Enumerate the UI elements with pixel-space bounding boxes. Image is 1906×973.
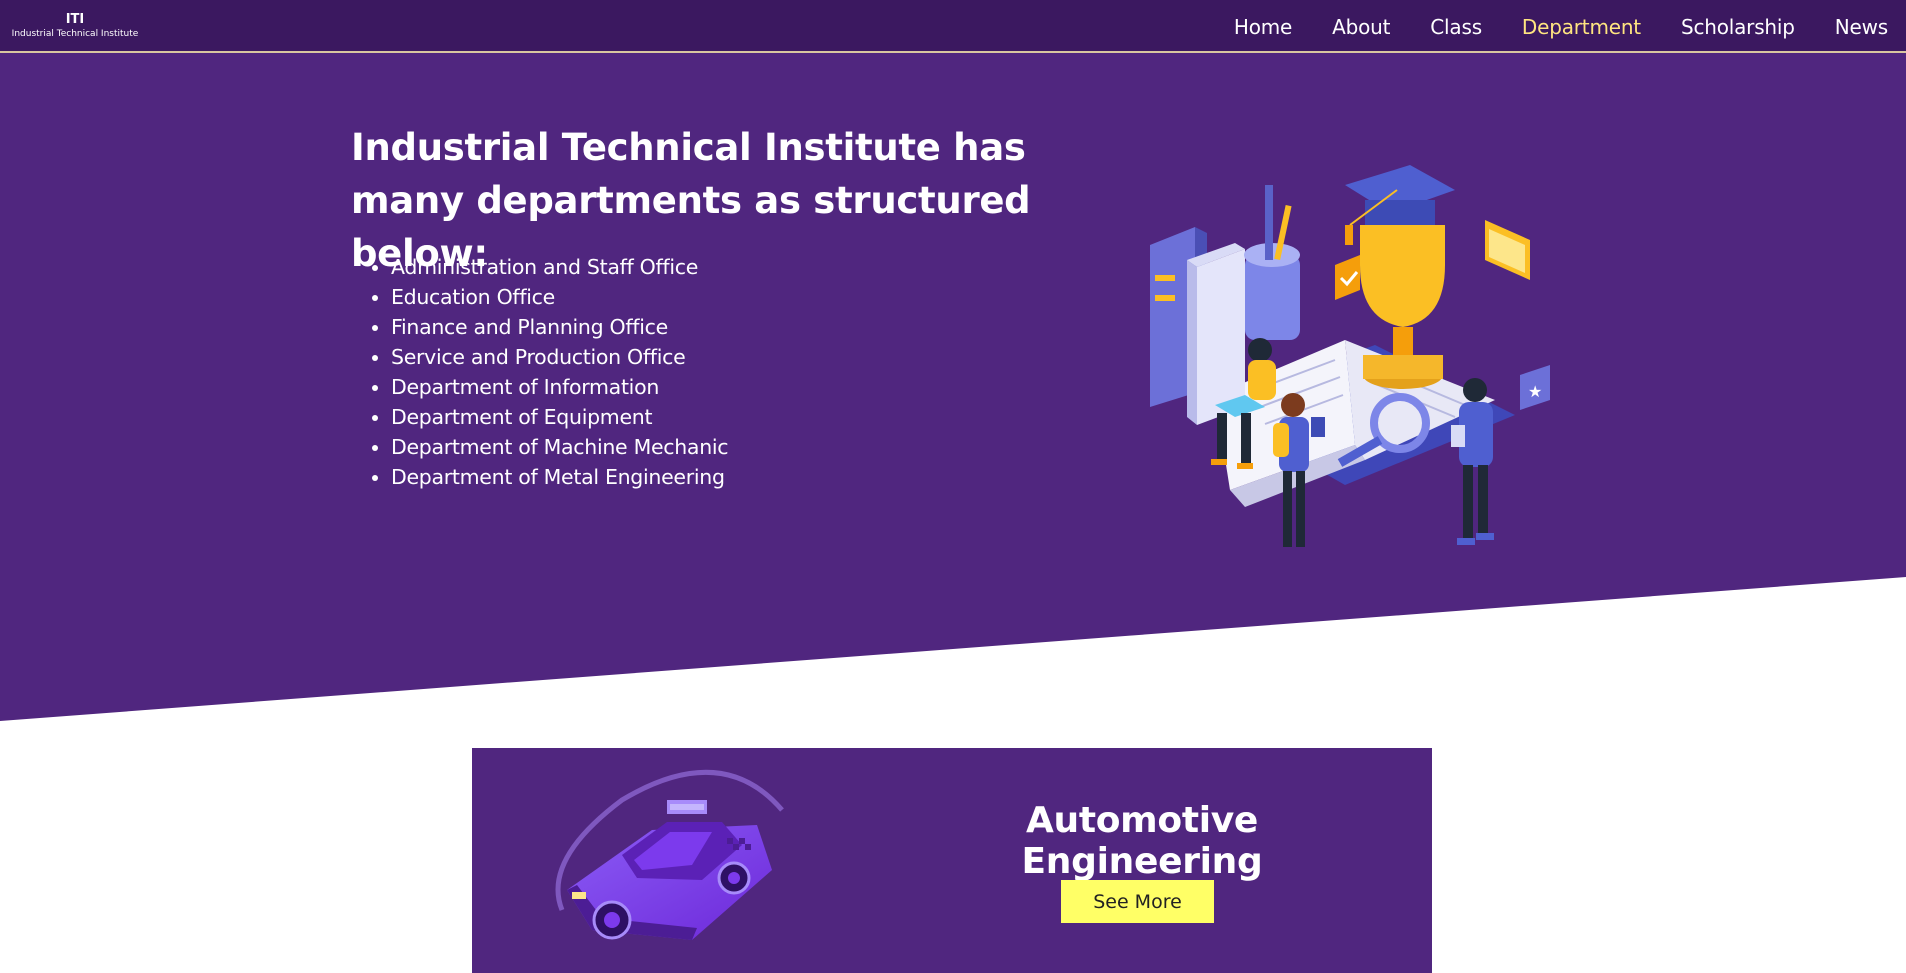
brand-full-name: Industrial Technical Institute bbox=[11, 29, 139, 39]
department-title: Automotive Engineering bbox=[1021, 800, 1263, 882]
nav-menu: Home About Class Department Scholarship … bbox=[1194, 0, 1888, 53]
taxi-car-illustration bbox=[555, 769, 784, 940]
list-item: Department of Metal Engineering bbox=[391, 462, 728, 492]
nav-link-home[interactable]: Home bbox=[1234, 15, 1292, 39]
department-list: Administration and Staff Office Educatio… bbox=[391, 252, 729, 492]
nav-link-scholarship[interactable]: Scholarship bbox=[1681, 15, 1795, 39]
hero-section: Industrial Technical Institute has many … bbox=[0, 53, 1906, 721]
list-item: Department of Information bbox=[391, 372, 728, 402]
nav-link-news[interactable]: News bbox=[1835, 15, 1888, 39]
nav-link-about[interactable]: About bbox=[1332, 15, 1390, 39]
nav-link-department[interactable]: Department bbox=[1522, 15, 1641, 39]
list-item: Department of Equipment bbox=[391, 402, 728, 432]
see-more-button[interactable]: See More bbox=[1061, 880, 1214, 923]
department-card-automotive: Automotive Engineering See More bbox=[472, 748, 1432, 973]
list-item: Service and Production Office bbox=[391, 342, 728, 372]
education-illustration: ★ bbox=[1150, 165, 1550, 547]
list-item: Administration and Staff Office bbox=[391, 252, 728, 282]
list-item: Education Office bbox=[391, 282, 728, 312]
top-navbar: ITI Industrial Technical Institute Home … bbox=[0, 0, 1906, 53]
nav-link-class[interactable]: Class bbox=[1430, 15, 1482, 39]
svg-text:★: ★ bbox=[1528, 382, 1542, 401]
list-item: Finance and Planning Office bbox=[391, 312, 728, 342]
brand-short-name: ITI bbox=[65, 12, 85, 27]
list-item: Department of Machine Mechanic bbox=[391, 432, 729, 462]
brand-logo[interactable]: ITI Industrial Technical Institute bbox=[9, 12, 141, 40]
